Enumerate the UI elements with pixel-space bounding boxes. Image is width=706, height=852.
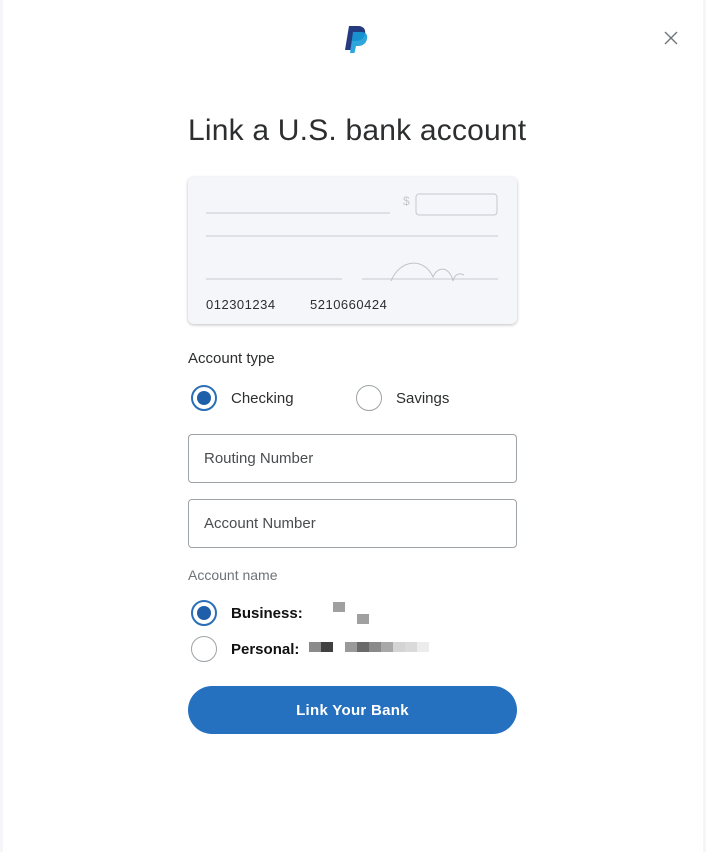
- business-name-redacted: [313, 600, 373, 626]
- account-type-label: Account type: [188, 350, 275, 367]
- radio-checking[interactable]: Checking: [191, 385, 294, 411]
- checking-label: Checking: [231, 389, 294, 407]
- currency-symbol: $: [403, 194, 410, 208]
- account-number-example: 5210660424: [310, 297, 388, 312]
- account-number-input[interactable]: [189, 500, 516, 547]
- personal-label: Personal:: [231, 640, 300, 658]
- account-name-label: Account name: [188, 567, 278, 583]
- personal-name-redacted: [309, 642, 430, 652]
- savings-label: Savings: [396, 389, 450, 407]
- radio-button-selected[interactable]: [191, 385, 217, 411]
- routing-number-field[interactable]: [188, 434, 517, 483]
- radio-button[interactable]: [356, 385, 382, 411]
- radio-savings[interactable]: Savings: [356, 385, 449, 411]
- radio-business[interactable]: Business:: [191, 600, 373, 626]
- signature-icon: [390, 262, 465, 282]
- radio-button-selected[interactable]: [191, 600, 217, 626]
- check-illustration: $ 012301234 5210660424: [188, 177, 517, 324]
- routing-number-input[interactable]: [189, 435, 516, 482]
- radio-button[interactable]: [191, 636, 217, 662]
- routing-number-example: 012301234: [206, 297, 276, 312]
- close-icon[interactable]: [661, 28, 681, 48]
- link-your-bank-button[interactable]: Link Your Bank: [188, 686, 517, 734]
- radio-personal[interactable]: Personal:: [191, 636, 430, 662]
- link-bank-modal: Link a U.S. bank account $ 012301234 521…: [3, 0, 703, 852]
- paypal-logo-icon: [345, 26, 368, 53]
- business-label: Business:: [231, 604, 303, 622]
- account-number-field[interactable]: [188, 499, 517, 548]
- page-title: Link a U.S. bank account: [188, 114, 527, 147]
